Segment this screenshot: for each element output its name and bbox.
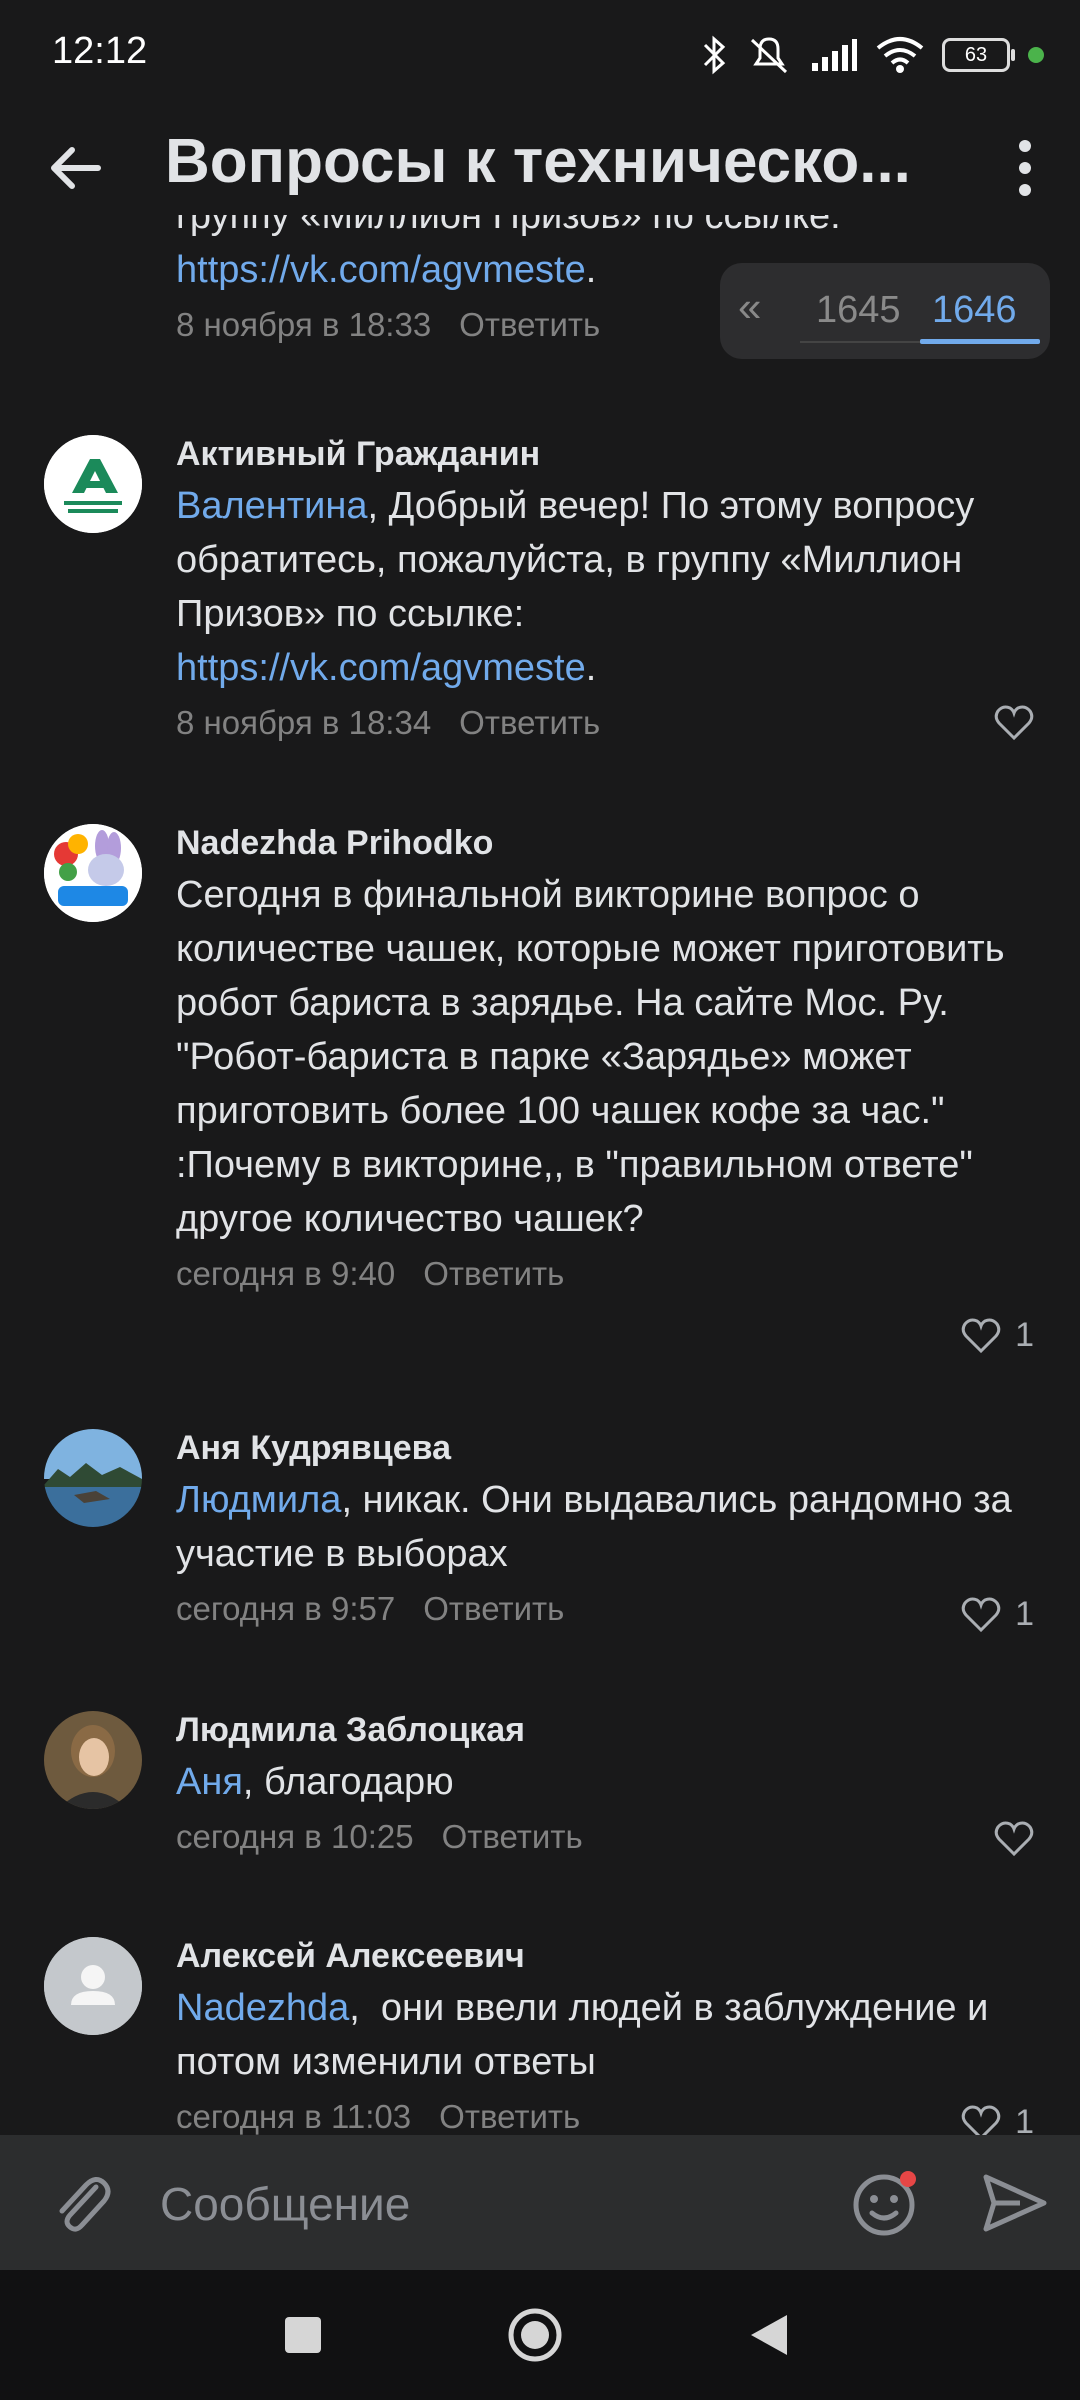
attach-button[interactable]	[44, 2165, 120, 2241]
status-bar: 12:12 63	[0, 0, 1080, 110]
battery-indicator: 63	[942, 38, 1015, 72]
more-options-button[interactable]	[1000, 132, 1050, 204]
comment-date: сегодня в 11:03	[176, 2098, 412, 2135]
heart-icon	[994, 1821, 1034, 1857]
comment-author[interactable]: Аня Кудрявцева	[176, 1427, 1024, 1469]
comment-meta: 8 ноября в 18:34 Ответить	[176, 701, 1024, 745]
reply-button[interactable]: Ответить	[459, 306, 600, 343]
mention-link[interactable]: Аня	[176, 1761, 243, 1803]
pager-active-indicator	[920, 339, 1040, 344]
message-composer	[0, 2135, 1080, 2270]
reply-button[interactable]: Ответить	[442, 1818, 583, 1855]
bluetooth-icon	[703, 35, 726, 75]
comment-date: сегодня в 9:57	[176, 1590, 396, 1627]
send-button[interactable]	[976, 2165, 1052, 2241]
privacy-dot	[1028, 47, 1044, 63]
comment-meta: сегодня в 9:57 Ответить	[176, 1587, 1024, 1631]
nav-square-icon	[285, 2317, 321, 2353]
status-time: 12:12	[52, 30, 148, 72]
comment-body: Активный Гражданин Валентина, Добрый веч…	[176, 433, 1024, 745]
heart-icon	[961, 1597, 1001, 1632]
comment-text: Людмила, никак. Они выдавались рандомно …	[176, 1479, 1023, 1575]
page-prev[interactable]: 1645	[816, 289, 901, 332]
like-count: 1	[1015, 1595, 1034, 1633]
send-icon	[983, 2174, 1047, 2232]
recents-button[interactable]	[268, 2300, 338, 2370]
like-count: 1	[1015, 2103, 1034, 2135]
comment-text: Валентина, Добрый вечер! По этому вопрос…	[176, 485, 985, 689]
mute-bell-icon	[750, 37, 788, 74]
person-photo-avatar-icon	[44, 1711, 142, 1809]
mention-link[interactable]: Людмила	[176, 1479, 341, 1521]
comment-link[interactable]: https://vk.com/agvmeste	[176, 647, 586, 689]
bunny-avatar-icon	[44, 824, 142, 922]
comment-meta: сегодня в 11:03 Ответить	[176, 2095, 1024, 2135]
comment-author[interactable]: Активный Гражданин	[176, 433, 1024, 475]
comment-author[interactable]: Людмила Заблоцкая	[176, 1709, 1024, 1751]
app-header: Вопросы к техническо...	[0, 110, 1080, 215]
reply-button[interactable]: Ответить	[423, 1255, 564, 1292]
like-button[interactable]	[994, 1821, 1034, 1857]
like-button[interactable]	[994, 705, 1034, 741]
comment-body: Людмила Заблоцкая Аня, благодарю сегодня…	[176, 1709, 1024, 1859]
nav-circle-icon	[508, 2308, 562, 2362]
comment-author[interactable]: Алексей Алексеевич	[176, 1935, 1024, 1977]
mention-link[interactable]: Валентина	[176, 485, 368, 527]
first-page-icon[interactable]: «	[738, 283, 761, 331]
comment-date: сегодня в 9:40	[176, 1255, 396, 1292]
home-button[interactable]	[500, 2300, 570, 2370]
heart-icon	[961, 2105, 1001, 2135]
avatar[interactable]	[44, 1711, 142, 1809]
comment-text: Nadezhda, они ввели людей в заблуждение …	[176, 1987, 999, 2083]
active-citizen-logo-icon	[44, 435, 142, 533]
lake-photo-avatar-icon	[44, 1429, 142, 1527]
more-vertical-icon	[1019, 140, 1031, 196]
avatar[interactable]	[44, 824, 142, 922]
page-title: Вопросы к техническо...	[165, 127, 911, 196]
comment-link[interactable]: https://vk.com/agvmeste	[176, 249, 586, 291]
nav-triangle-icon	[751, 2315, 787, 2355]
heart-icon	[961, 1318, 1001, 1353]
like-count: 1	[1015, 1316, 1034, 1354]
reply-button[interactable]: Ответить	[423, 1590, 564, 1627]
heart-icon	[994, 705, 1034, 741]
back-button[interactable]	[40, 132, 112, 204]
comment-author[interactable]: Nadezhda Prihodko	[176, 822, 1024, 864]
system-navigation-bar	[0, 2270, 1080, 2400]
comment-text: Сегодня в финальной викторине вопрос о к…	[176, 874, 1005, 1240]
page-current[interactable]: 1646	[932, 289, 1017, 332]
comment-date: сегодня в 10:25	[176, 1818, 414, 1855]
mention-link[interactable]: Nadezhda	[176, 1987, 349, 2029]
message-input[interactable]	[158, 2165, 802, 2243]
back-nav-button[interactable]	[734, 2300, 804, 2370]
comment-date: 8 ноября в 18:34	[176, 704, 432, 741]
like-button[interactable]: 1	[961, 1316, 1034, 1355]
reply-button[interactable]: Ответить	[439, 2098, 580, 2135]
wifi-icon	[876, 37, 924, 73]
emoji-button[interactable]	[848, 2165, 924, 2241]
avatar[interactable]	[44, 1429, 142, 1527]
avatar[interactable]	[44, 435, 142, 533]
avatar[interactable]	[44, 1937, 142, 2035]
comment-meta: сегодня в 10:25 Ответить	[176, 1815, 1024, 1859]
comments-list: группу «Миллион Призов» по ссылке: https…	[0, 215, 1080, 2135]
back-arrow-icon	[51, 147, 101, 189]
comment-body: Nadezhda Prihodko Сегодня в финальной ви…	[176, 822, 1024, 1296]
reply-button[interactable]: Ответить	[459, 704, 600, 741]
comment-meta: сегодня в 9:40 Ответить	[176, 1252, 1024, 1296]
paperclip-icon	[59, 2177, 111, 2232]
signal-icon	[812, 39, 857, 71]
comment-date: 8 ноября в 18:33	[176, 306, 432, 343]
status-icons: 63	[702, 28, 1044, 82]
comment-body: Алексей Алексеевич Nadezhda, они ввели л…	[176, 1935, 1024, 2135]
default-user-icon	[44, 1937, 142, 2035]
page-navigator: « 1645 1646	[720, 263, 1050, 359]
like-button[interactable]: 1	[961, 2103, 1034, 2135]
like-button[interactable]: 1	[961, 1595, 1034, 1634]
comment-body: Аня Кудрявцева Людмила, никак. Они выдав…	[176, 1427, 1024, 1631]
emoji-icon	[853, 2171, 916, 2236]
comment-text: Аня, благодарю	[176, 1761, 454, 1803]
